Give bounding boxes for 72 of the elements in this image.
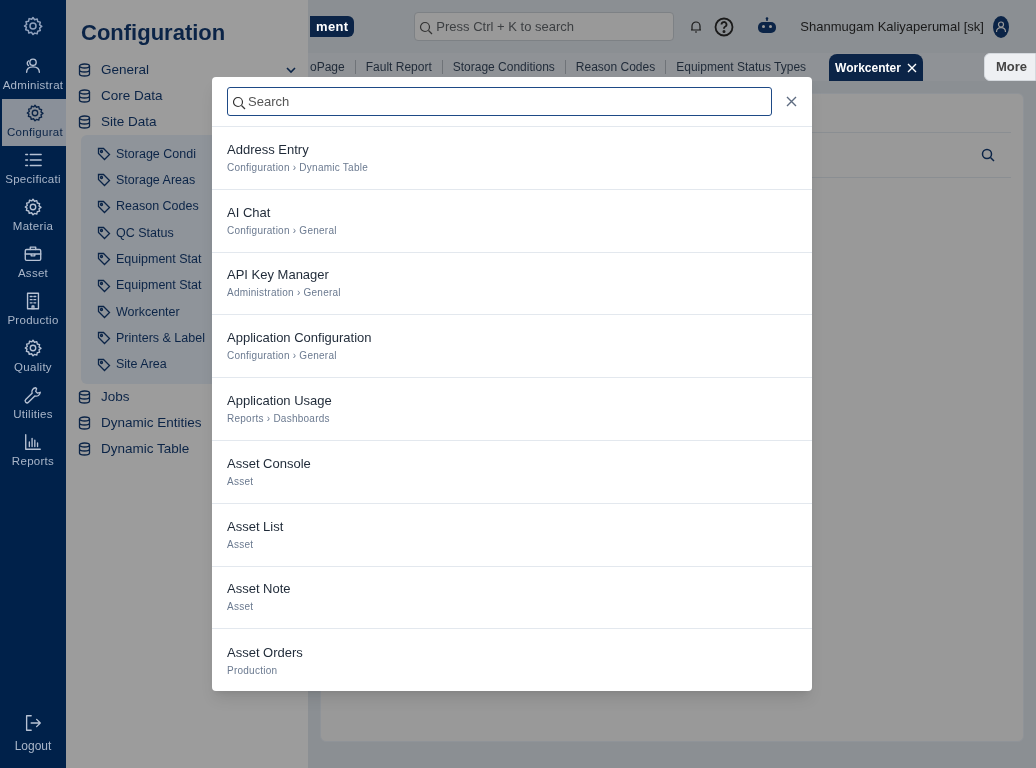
tab[interactable]: oPage	[308, 58, 354, 76]
search-result[interactable]: Asset List Asset	[212, 503, 812, 567]
close-icon	[906, 62, 917, 73]
bell-icon	[690, 20, 703, 33]
search-field[interactable]: Search	[227, 87, 772, 116]
app-badge: ment	[310, 15, 355, 38]
nav-item[interactable]: Quality	[0, 334, 66, 381]
submenu-item[interactable]: Storage Areas	[81, 167, 212, 194]
submenu-item[interactable]: QC Status	[81, 219, 212, 247]
search-result[interactable]: Address Entry Configuration › Dynamic Table	[212, 127, 812, 190]
tag-icon	[97, 357, 111, 372]
search-result[interactable]: AI Chat Configuration › General	[212, 189, 812, 253]
database-icon	[78, 115, 91, 129]
search-result[interactable]: Application Usage Reports › Dashboards	[212, 378, 812, 441]
database-icon	[78, 389, 91, 404]
search-field[interactable]: Press Ctrl + K to search	[414, 12, 675, 41]
logo-icon[interactable]	[22, 15, 44, 37]
user-name: Shanmugam Kaliyaperumal [sk]	[800, 17, 984, 36]
search-result[interactable]: API Key Manager Administration › General	[212, 252, 812, 316]
panel-title: Configuration	[80, 19, 227, 47]
submenu-item[interactable]: Printers & Label	[81, 325, 212, 352]
gear-icon	[23, 338, 43, 359]
tab[interactable]: Equipment Status Types	[667, 58, 816, 76]
submenu-item[interactable]: Equipment Stat	[81, 272, 212, 299]
tab[interactable]: Storage Conditions	[443, 58, 564, 76]
search-result[interactable]: Asset Console Asset	[212, 441, 812, 504]
wrench-icon	[23, 385, 43, 406]
tab[interactable]: Fault Report	[356, 58, 441, 76]
search-icon	[232, 96, 246, 110]
database-icon	[78, 441, 91, 456]
tag-icon	[97, 147, 111, 162]
nav-item[interactable]: Utilities	[0, 381, 66, 428]
search-icon[interactable]	[981, 148, 995, 162]
logout-icon	[23, 713, 43, 733]
help-icon	[714, 16, 735, 37]
tag-icon	[97, 226, 111, 241]
nav-item[interactable]: Configurat	[2, 99, 66, 146]
tag-icon	[97, 199, 111, 214]
nav-item[interactable]: Asset	[0, 240, 66, 287]
bar-chart-icon	[23, 432, 43, 453]
more-button[interactable]: More	[984, 53, 1036, 81]
tag-icon	[97, 173, 111, 188]
nav-item[interactable]: Materia	[0, 193, 66, 240]
tag-icon	[97, 331, 111, 346]
database-icon	[78, 63, 91, 77]
search-icon	[419, 21, 434, 35]
tab[interactable]: Reason Codes	[566, 58, 665, 76]
menu-item[interactable]: General	[66, 57, 308, 83]
avatar-icon	[992, 15, 1009, 38]
nav-item[interactable]: Specificati	[0, 146, 66, 193]
tag-icon	[97, 304, 111, 319]
nav-item[interactable]: Administrat	[0, 52, 66, 99]
search-result[interactable]: Asset Note Asset	[212, 566, 812, 630]
submenu-item[interactable]: Equipment Stat	[81, 246, 212, 273]
database-icon	[78, 89, 91, 103]
submenu-item[interactable]: Storage Condi	[81, 141, 212, 168]
nav-item[interactable]: Reports	[0, 428, 66, 475]
chevron-down-icon	[286, 66, 296, 74]
logout-button[interactable]: Logout	[14, 704, 52, 764]
submenu-item[interactable]: Site Area	[81, 351, 212, 378]
gear-icon	[23, 197, 43, 218]
database-icon	[78, 415, 91, 430]
tag-icon	[97, 252, 111, 267]
submenu-item[interactable]: Workcenter	[81, 298, 212, 326]
gear-icon	[25, 103, 45, 124]
tag-icon	[97, 278, 111, 293]
search-result[interactable]: Asset Orders Production	[212, 629, 812, 691]
close-icon[interactable]	[786, 96, 797, 107]
search-result[interactable]: Application Configuration Configuration › General	[212, 315, 812, 379]
tab[interactable]: Workcenter	[829, 54, 923, 81]
submenu-item[interactable]: Reason Codes	[81, 193, 212, 220]
nav-item[interactable]: Productio	[0, 287, 66, 334]
